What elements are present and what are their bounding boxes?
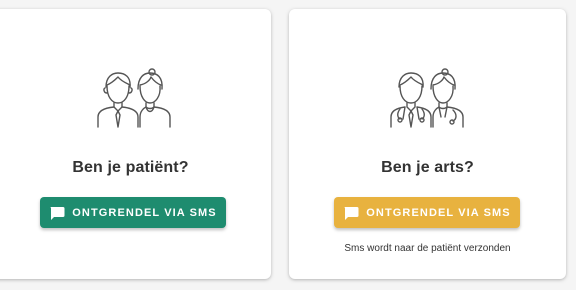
patients-illustration-icon	[97, 68, 171, 128]
patient-heading: Ben je patiënt?	[72, 159, 189, 176]
doctor-button-label: ONTGRENDEL VIA SMS	[366, 206, 511, 219]
patient-unlock-sms-button[interactable]: ONTGRENDEL VIA SMS	[40, 197, 226, 228]
patient-button-label: ONTGRENDEL VIA SMS	[72, 206, 217, 219]
sms-message-icon	[50, 206, 65, 220]
doctor-card: Ben je arts? ONTGRENDEL VIA SMS Sms word…	[289, 9, 566, 279]
patient-card: Ben je patiënt? ONTGRENDEL VIA SMS	[0, 9, 271, 279]
unlock-options: Ben je patiënt? ONTGRENDEL VIA SMS Ben j…	[0, 0, 576, 290]
doctor-unlock-sms-button[interactable]: ONTGRENDEL VIA SMS	[334, 197, 520, 228]
doctors-illustration-icon	[390, 68, 464, 128]
sms-message-icon	[344, 206, 359, 220]
doctor-heading: Ben je arts?	[381, 159, 474, 176]
sms-note: Sms wordt naar de patiënt verzonden	[344, 243, 511, 254]
